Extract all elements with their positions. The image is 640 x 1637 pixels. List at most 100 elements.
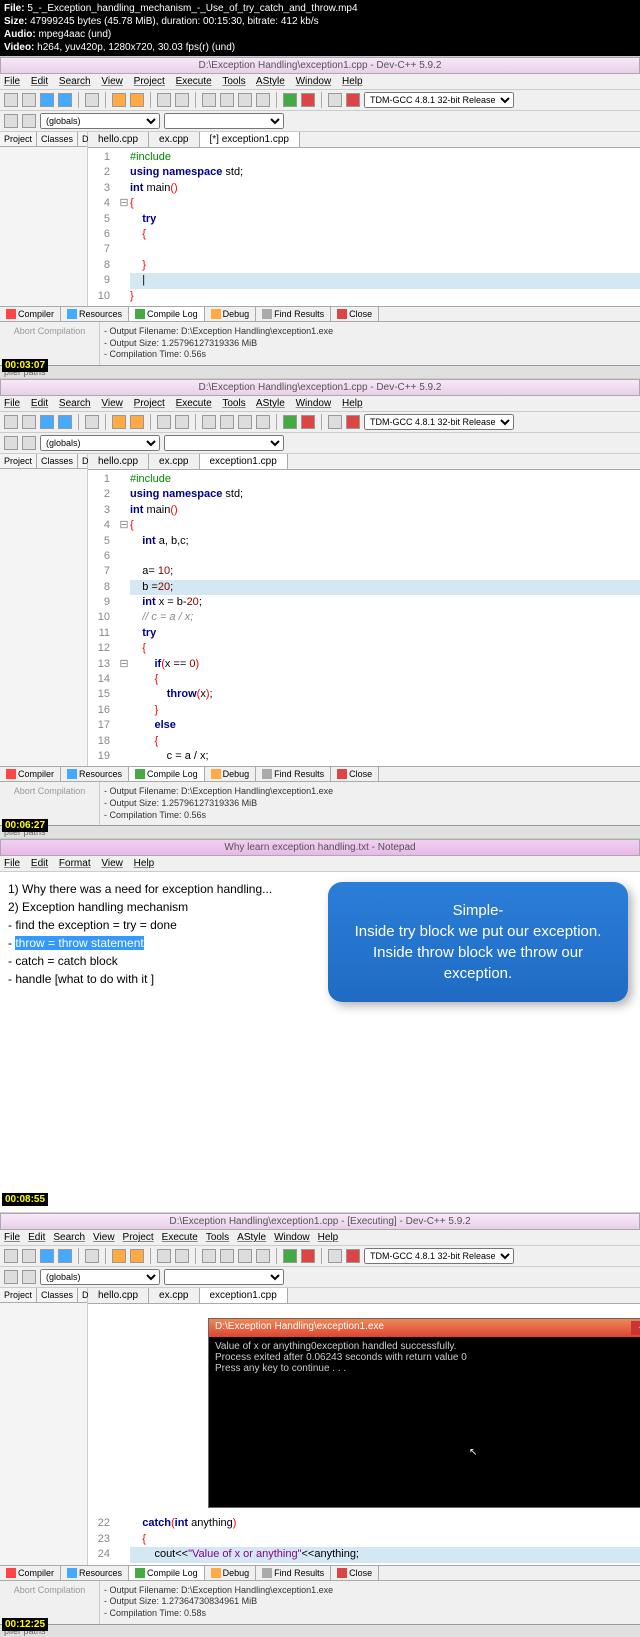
menu-view[interactable]: View [101,398,123,409]
filetab-ex[interactable]: ex.cpp [149,454,199,469]
undo-icon[interactable] [112,415,126,429]
stop-icon[interactable] [301,93,315,107]
code-line[interactable]: 4⊟{ [88,196,640,211]
undo-icon[interactable] [112,93,126,107]
btab-compiler[interactable]: Compiler [0,307,61,321]
code-line[interactable]: 8 b =20; [88,580,640,595]
btab-compilelog[interactable]: Compile Log [129,1566,205,1580]
btab-compiler[interactable]: Compiler [0,767,61,781]
replace-icon[interactable] [175,93,189,107]
btab-close[interactable]: Close [331,767,379,781]
redo-icon[interactable] [130,1249,144,1263]
compile-icon[interactable] [202,93,216,107]
find-icon[interactable] [157,93,171,107]
profile-icon[interactable] [328,415,342,429]
menu-tools[interactable]: Tools [222,398,245,409]
menu-edit[interactable]: Edit [31,398,48,409]
print-icon[interactable] [85,1249,99,1263]
menu-window[interactable]: Window [296,398,332,409]
run-icon[interactable] [220,415,234,429]
globals-select[interactable]: (globals) [40,113,160,129]
delete-icon[interactable] [346,1249,360,1263]
menu-search[interactable]: Search [59,398,91,409]
compiler-select[interactable]: TDM-GCC 4.8.1 32-bit Release [364,1248,514,1264]
filetab-exception1[interactable]: exception1.cpp [200,1288,288,1303]
code-line[interactable]: 23 { [88,1532,640,1547]
code-line[interactable]: 5 try [88,212,640,227]
scope-select[interactable] [164,435,284,451]
console-titlebar[interactable]: D:\Exception Handling\exception1.exe –□✕ [209,1319,640,1337]
back-icon[interactable] [4,436,18,450]
code-line[interactable]: 10 // c = a / x; [88,610,640,625]
menu-help[interactable]: Help [342,76,363,87]
code-line[interactable]: 22 catch(int anything) [88,1516,640,1531]
menu-file[interactable]: File [4,76,20,87]
back-icon[interactable] [4,1270,18,1284]
code-line[interactable]: 8 } [88,258,640,273]
profile-icon[interactable] [328,1249,342,1263]
forward-icon[interactable] [22,436,36,450]
compile-icon[interactable] [202,415,216,429]
code-line[interactable]: 15 throw(x); [88,687,640,702]
globals-select[interactable]: (globals) [40,1269,160,1285]
debug-icon[interactable] [283,1249,297,1263]
save-icon[interactable] [40,1249,54,1263]
replace-icon[interactable] [175,415,189,429]
menu-window[interactable]: Window [296,76,332,87]
console-window[interactable]: D:\Exception Handling\exception1.exe –□✕… [208,1318,640,1508]
undo-icon[interactable] [112,1249,126,1263]
saveall-icon[interactable] [58,93,72,107]
filetab-exception1[interactable]: exception1.cpp [200,454,288,469]
stop-icon[interactable] [301,1249,315,1263]
menu-help[interactable]: Help [134,858,155,869]
menu-project[interactable]: Project [134,398,165,409]
btab-resources[interactable]: Resources [61,307,129,321]
menubar[interactable]: FileEditSearchViewProjectExecuteToolsASt… [0,1230,640,1246]
code-line[interactable]: 19 c = a / x; [88,749,640,764]
back-icon[interactable] [4,114,18,128]
compiler-select[interactable]: TDM-GCC 4.8.1 32-bit Release [364,414,514,430]
globals-select[interactable]: (globals) [40,435,160,451]
menu-execute[interactable]: Execute [176,76,212,87]
project-sidebar[interactable]: Project Classes Debug [0,132,88,306]
btab-findresults[interactable]: Find Results [256,307,331,321]
btab-resources[interactable]: Resources [61,1566,129,1580]
forward-icon[interactable] [22,1270,36,1284]
btab-findresults[interactable]: Find Results [256,767,331,781]
filetab-hello[interactable]: hello.cpp [88,454,149,469]
project-sidebar[interactable]: ProjectClassesDebug [0,1288,88,1564]
code-line[interactable]: 11 try [88,626,640,641]
stop-icon[interactable] [301,415,315,429]
new-icon[interactable] [4,415,18,429]
menubar[interactable]: File Edit Format View Help [0,856,640,872]
code-line[interactable]: 6 { [88,227,640,242]
rebuild-icon[interactable] [256,415,270,429]
btab-debug[interactable]: Debug [205,307,257,321]
menu-help[interactable]: Help [342,398,363,409]
rebuild-icon[interactable] [256,93,270,107]
compiler-select[interactable]: TDM-GCC 4.8.1 32-bit Release [364,92,514,108]
menubar[interactable]: File Edit Search View Project Execute To… [0,396,640,412]
open-icon[interactable] [22,415,36,429]
code-line[interactable]: 2using namespace std; [88,165,640,180]
minimize-icon[interactable]: – [631,1321,640,1335]
compile-icon[interactable] [202,1249,216,1263]
filetab-ex[interactable]: ex.cpp [149,1288,199,1303]
code-line[interactable]: 5 int a, b,c; [88,534,640,549]
code-line[interactable]: 17 else [88,718,640,733]
menu-view[interactable]: View [101,76,123,87]
filetab-exception1[interactable]: [*] exception1.cpp [200,132,301,147]
menu-edit[interactable]: Edit [31,858,48,869]
compile-run-icon[interactable] [238,1249,252,1263]
print-icon[interactable] [85,93,99,107]
delete-icon[interactable] [346,93,360,107]
scope-select[interactable] [164,1269,284,1285]
code-line[interactable]: 13⊟ if(x == 0) [88,657,640,672]
btab-compilelog[interactable]: Compile Log [129,767,205,781]
menu-format[interactable]: Format [59,858,91,869]
btab-debug[interactable]: Debug [205,767,257,781]
rebuild-icon[interactable] [256,1249,270,1263]
code-line[interactable]: 6 [88,549,640,564]
menu-file[interactable]: File [4,858,20,869]
notepad-textarea[interactable]: 1) Why there was a need for exception ha… [0,872,640,1212]
